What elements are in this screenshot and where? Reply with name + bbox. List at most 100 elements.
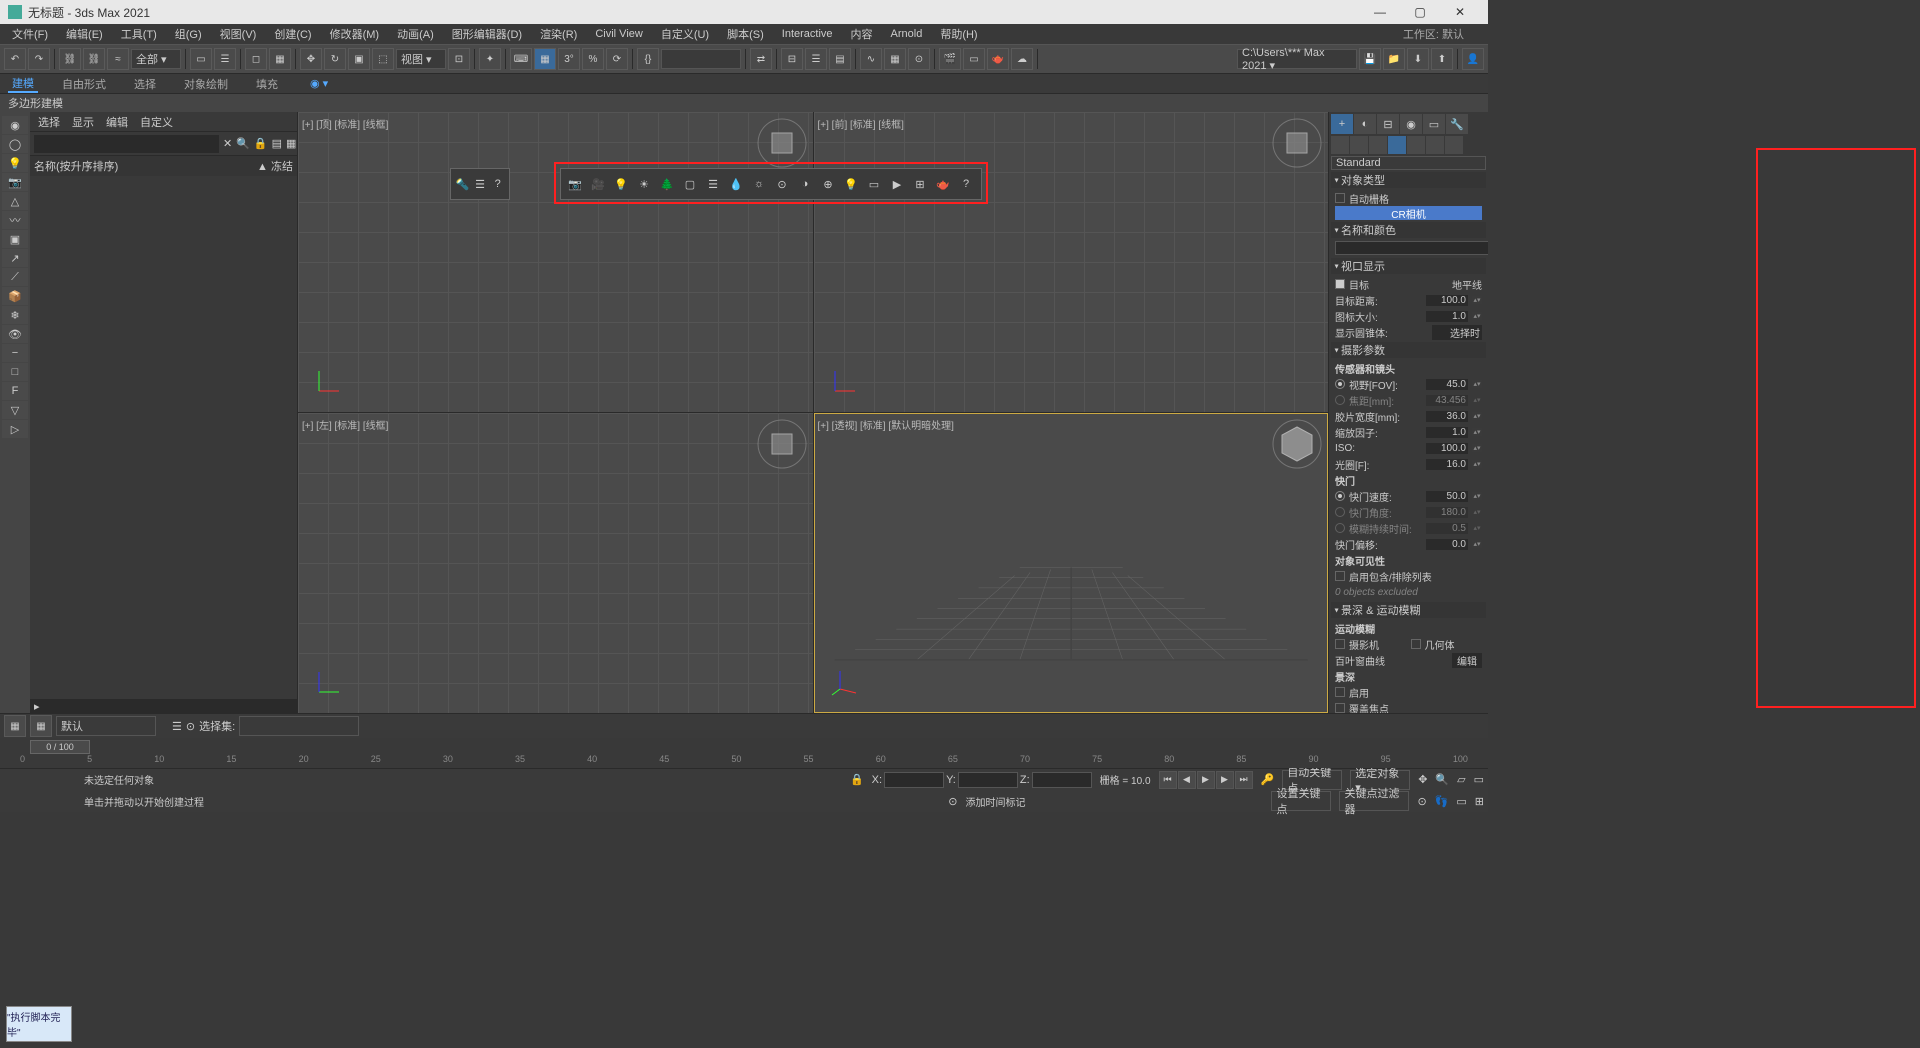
cmd-tab-utilities[interactable]: 🔧: [1446, 114, 1468, 134]
viewport-front[interactable]: [+] [前] [标准] [线框]: [814, 112, 1329, 412]
menu-arnold[interactable]: Arnold: [883, 26, 931, 42]
menu-content[interactable]: 内容: [843, 24, 881, 44]
bokeh-edit-button[interactable]: 编辑: [1452, 653, 1482, 668]
ft-help-icon[interactable]: ?: [490, 174, 505, 194]
iso-input[interactable]: 100.0: [1426, 443, 1468, 454]
sub-cameras-icon[interactable]: [1388, 136, 1406, 154]
menu-view[interactable]: 视图(V): [212, 24, 265, 44]
selection-filter[interactable]: 全部 ▾: [131, 49, 181, 69]
se-group-icon[interactable]: ▣: [2, 230, 28, 248]
se-collapse-icon[interactable]: ▽: [2, 401, 28, 419]
cr-grid-icon[interactable]: ⊞: [910, 174, 930, 194]
se-bone-icon[interactable]: ⟋: [2, 268, 28, 286]
menu-edit[interactable]: 编辑(E): [58, 24, 111, 44]
menu-grapheditor[interactable]: 图形编辑器(D): [444, 24, 530, 44]
cmd-tab-modify[interactable]: ◐: [1354, 114, 1376, 134]
pivot-button[interactable]: ⊡: [448, 48, 470, 70]
se-geometry-icon[interactable]: ◉: [2, 116, 28, 134]
icon-size-input[interactable]: 1.0: [1426, 311, 1468, 322]
shutterspeed-radio[interactable]: [1335, 491, 1345, 501]
cr-help2-icon[interactable]: ?: [956, 174, 976, 194]
cr-bulb-icon[interactable]: 💡: [841, 174, 861, 194]
se-light-icon[interactable]: 💡: [2, 154, 28, 172]
nav-all-button[interactable]: ⊞: [1475, 795, 1484, 808]
se-container-icon[interactable]: 📦: [2, 287, 28, 305]
rotate-button[interactable]: ↻: [324, 48, 346, 70]
menu-group[interactable]: 组(G): [167, 24, 210, 44]
minimize-button[interactable]: —: [1360, 0, 1400, 24]
sub-shapes-icon[interactable]: [1350, 136, 1368, 154]
nav-max-button[interactable]: ▭: [1456, 795, 1466, 808]
viewport-left[interactable]: [+] [左] [标准] [线框]: [298, 413, 813, 713]
link-button[interactable]: ⛓: [59, 48, 81, 70]
select-name-button[interactable]: ☰: [214, 48, 236, 70]
menu-file[interactable]: 文件(F): [4, 24, 56, 44]
cr-camera2-icon[interactable]: 🎥: [588, 174, 608, 194]
viewcube-persp[interactable]: [1272, 419, 1322, 469]
edit-named-sel[interactable]: {}: [637, 48, 659, 70]
ribbon-tab-freeform[interactable]: 自由形式: [58, 76, 110, 92]
cr-drop-icon[interactable]: 💧: [726, 174, 746, 194]
placement-button[interactable]: ⬚: [372, 48, 394, 70]
aperture-input[interactable]: 16.0: [1426, 459, 1468, 470]
move-button[interactable]: ✥: [300, 48, 322, 70]
shutterangle-radio[interactable]: [1335, 507, 1345, 517]
autogrid-checkbox[interactable]: [1335, 193, 1345, 203]
play-button[interactable]: ▶: [1197, 771, 1215, 789]
menu-help[interactable]: 帮助(H): [932, 24, 985, 44]
keyfilter-button[interactable]: 关键点过滤器: [1339, 791, 1409, 811]
rollout-dofmb[interactable]: 景深 & 运动模糊: [1331, 602, 1486, 618]
script-listener[interactable]: "执行脚本完毕": [6, 1006, 72, 1042]
target-dist-input[interactable]: 100.0: [1426, 295, 1468, 306]
fov-radio[interactable]: [1335, 379, 1345, 389]
nav-orbit-button[interactable]: ⊙: [1417, 795, 1426, 808]
fov-input[interactable]: 45.0: [1426, 379, 1468, 390]
ribbon-tab-populate[interactable]: 填充: [252, 76, 282, 92]
se-camera-icon[interactable]: 📷: [2, 173, 28, 191]
subcategory-dropdown[interactable]: Standard: [1331, 156, 1486, 170]
save-button[interactable]: 💾: [1359, 48, 1381, 70]
undo-button[interactable]: ↶: [4, 48, 26, 70]
vp-front-label[interactable]: [+] [前] [标准] [线框]: [818, 116, 904, 131]
ribbon-tab-modeling[interactable]: 建模: [8, 75, 38, 93]
rollout-namecolor[interactable]: 名称和颜色: [1331, 222, 1486, 238]
cr-frame-icon[interactable]: ▭: [864, 174, 884, 194]
cr-vol-icon[interactable]: ◑: [795, 174, 815, 194]
key-icon[interactable]: ⊙: [186, 720, 195, 733]
se-view-icon[interactable]: ▤: [272, 137, 282, 150]
setkey-button[interactable]: 设置关键点: [1271, 791, 1331, 811]
addtime-label[interactable]: 添加时间标记: [965, 794, 1025, 809]
menu-render[interactable]: 渲染(R): [532, 24, 585, 44]
window-crossing-button[interactable]: ▦: [269, 48, 291, 70]
sub-space-icon[interactable]: [1426, 136, 1444, 154]
manipulate-button[interactable]: ✦: [479, 48, 501, 70]
se-space-icon[interactable]: 〰: [2, 211, 28, 229]
se-find-icon[interactable]: 🔍: [236, 137, 250, 150]
timetag-icon[interactable]: ⊙: [948, 795, 957, 808]
goto-end-button[interactable]: ⏭: [1235, 771, 1253, 789]
lock-icon[interactable]: 🔒: [850, 773, 864, 786]
scale-button[interactable]: ▣: [348, 48, 370, 70]
layout2-button[interactable]: ▦: [30, 715, 52, 737]
menu-civil[interactable]: Civil View: [587, 26, 650, 42]
material-editor-button[interactable]: ⊙: [908, 48, 930, 70]
vp-persp-label[interactable]: [+] [透视] [标准] [默认明暗处理]: [818, 417, 954, 432]
vp-left-label[interactable]: [+] [左] [标准] [线框]: [302, 417, 388, 432]
se-col-frozen[interactable]: ▲ 冻结: [253, 158, 293, 174]
redo-button[interactable]: ↷: [28, 48, 50, 70]
cmd-tab-hierarchy[interactable]: ⊟: [1377, 114, 1399, 134]
nav-zoom-button[interactable]: 🔍: [1435, 773, 1449, 786]
curve-editor-button[interactable]: ∿: [860, 48, 882, 70]
se-all-icon[interactable]: −: [2, 344, 28, 362]
z-input[interactable]: [1032, 772, 1092, 788]
nav-fov-button[interactable]: ▱: [1457, 773, 1465, 786]
cr-rect-icon[interactable]: ▢: [680, 174, 700, 194]
cr-tree-icon[interactable]: 🌲: [657, 174, 677, 194]
y-input[interactable]: [958, 772, 1018, 788]
select-button[interactable]: ▭: [190, 48, 212, 70]
subribbon-polymodeling[interactable]: 多边形建模: [0, 94, 1488, 112]
vp-top-label[interactable]: [+] [顶] [标准] [线框]: [302, 116, 388, 131]
rollout-vpdisplay[interactable]: 视口显示: [1331, 258, 1486, 274]
sub-geometry-icon[interactable]: [1331, 136, 1349, 154]
bind-button[interactable]: ≈: [107, 48, 129, 70]
